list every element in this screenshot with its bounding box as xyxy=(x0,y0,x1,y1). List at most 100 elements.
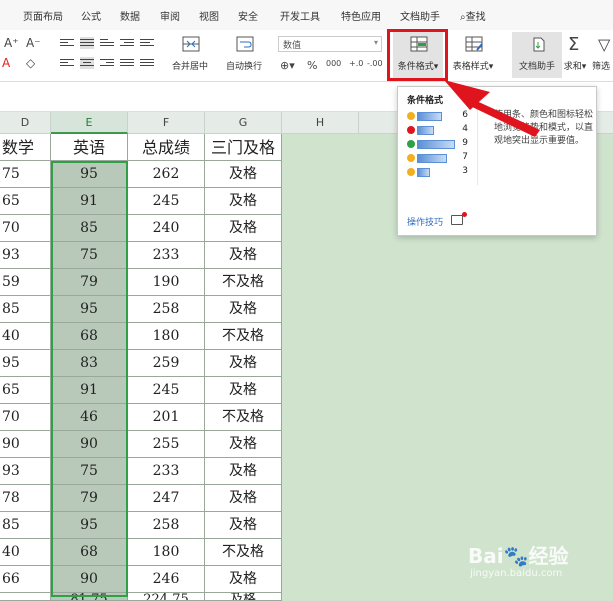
decimal-decrease-button[interactable]: -.00 xyxy=(367,59,383,68)
table-cell[interactable]: 及格 xyxy=(205,215,282,242)
table-cell[interactable]: 75 xyxy=(0,161,51,188)
font-color-button[interactable]: A xyxy=(2,56,10,70)
align-left-icon[interactable] xyxy=(60,57,74,69)
table-cell[interactable]: 及格 xyxy=(205,161,282,188)
table-cell[interactable]: 70 xyxy=(0,404,51,431)
table-cell[interactable]: 83 xyxy=(51,350,128,377)
table-cell[interactable]: 66 xyxy=(0,566,51,593)
percent-button[interactable]: % xyxy=(307,59,317,72)
doc-assistant-button[interactable]: 文档助手 xyxy=(512,32,562,78)
video-icon[interactable] xyxy=(451,215,463,225)
table-cell[interactable]: 95 xyxy=(51,512,128,539)
indent-increase-icon[interactable] xyxy=(140,37,154,49)
table-cell[interactable]: 93 xyxy=(0,242,51,269)
decimal-increase-button[interactable]: +.0 xyxy=(349,59,363,68)
table-cell-partial[interactable] xyxy=(0,593,51,601)
menu-page-layout[interactable]: 页面布局 xyxy=(23,8,63,23)
table-cell[interactable]: 233 xyxy=(128,242,205,269)
menu-dev-tools[interactable]: 开发工具 xyxy=(280,8,320,23)
table-cell[interactable]: 不及格 xyxy=(205,404,282,431)
table-cell[interactable]: 及格 xyxy=(205,512,282,539)
align-center-icon[interactable] xyxy=(80,57,94,69)
table-cell[interactable]: 及格 xyxy=(205,566,282,593)
table-cell[interactable]: 及格 xyxy=(205,350,282,377)
table-cell[interactable]: 40 xyxy=(0,539,51,566)
table-cell[interactable]: 95 xyxy=(51,296,128,323)
table-header-cell[interactable]: 三门及格 xyxy=(205,134,282,161)
menu-security[interactable]: 安全 xyxy=(238,8,258,23)
number-format-select[interactable]: 数值 ▾ xyxy=(278,36,382,52)
font-size-up-button[interactable]: A⁺ xyxy=(4,36,19,50)
table-cell[interactable]: 不及格 xyxy=(205,323,282,350)
table-cell[interactable]: 180 xyxy=(128,323,205,350)
table-cell[interactable]: 及格 xyxy=(205,188,282,215)
table-cell[interactable]: 78 xyxy=(0,485,51,512)
align-top-icon[interactable] xyxy=(60,37,74,49)
align-middle-icon[interactable] xyxy=(80,37,94,49)
table-cell[interactable]: 245 xyxy=(128,188,205,215)
table-cell[interactable]: 及格 xyxy=(205,485,282,512)
table-cell[interactable]: 及格 xyxy=(205,296,282,323)
table-cell[interactable]: 79 xyxy=(51,269,128,296)
table-cell[interactable]: 91 xyxy=(51,377,128,404)
table-cell[interactable]: 75 xyxy=(51,242,128,269)
table-cell[interactable]: 及格 xyxy=(205,377,282,404)
column-header-f[interactable]: F xyxy=(128,112,205,134)
menu-formula[interactable]: 公式 xyxy=(81,8,101,23)
table-style-button[interactable]: 表格样式▾ xyxy=(448,32,498,78)
justify-icon[interactable] xyxy=(120,57,134,69)
thousands-button[interactable]: 000 xyxy=(326,59,341,68)
merge-center-button[interactable]: 合并居中 xyxy=(165,32,215,78)
menu-view[interactable]: 视图 xyxy=(199,8,219,23)
table-header-cell[interactable]: 英语 xyxy=(51,134,128,161)
table-cell[interactable]: 95 xyxy=(0,350,51,377)
table-cell[interactable]: 不及格 xyxy=(205,269,282,296)
table-cell-partial[interactable]: 81.75 xyxy=(51,593,128,601)
table-cell[interactable]: 68 xyxy=(51,539,128,566)
table-cell[interactable]: 59 xyxy=(0,269,51,296)
table-cell[interactable]: 240 xyxy=(128,215,205,242)
table-cell[interactable]: 68 xyxy=(51,323,128,350)
table-cell[interactable]: 258 xyxy=(128,296,205,323)
table-cell[interactable]: 91 xyxy=(51,188,128,215)
distributed-icon[interactable] xyxy=(140,57,154,69)
column-header-h[interactable]: H xyxy=(282,112,359,134)
table-cell[interactable]: 262 xyxy=(128,161,205,188)
table-cell[interactable]: 90 xyxy=(51,566,128,593)
table-cell[interactable]: 不及格 xyxy=(205,539,282,566)
table-cell[interactable]: 90 xyxy=(51,431,128,458)
menu-data[interactable]: 数据 xyxy=(120,8,140,23)
menu-review[interactable]: 审阅 xyxy=(160,8,180,23)
menu-special[interactable]: 特色应用 xyxy=(341,8,381,23)
eraser-icon[interactable]: ◇ xyxy=(26,56,35,70)
menu-doc-helper[interactable]: 文档助手 xyxy=(400,8,440,23)
align-bottom-icon[interactable] xyxy=(100,37,114,49)
table-header-cell[interactable]: 数学 xyxy=(0,134,51,161)
table-cell[interactable]: 180 xyxy=(128,539,205,566)
wrap-text-button[interactable]: 自动换行 xyxy=(219,32,269,78)
indent-decrease-icon[interactable] xyxy=(120,37,134,49)
column-header-e[interactable]: E xyxy=(51,112,128,134)
table-cell[interactable]: 85 xyxy=(0,296,51,323)
table-cell[interactable]: 233 xyxy=(128,458,205,485)
table-cell[interactable]: 40 xyxy=(0,323,51,350)
table-cell[interactable]: 247 xyxy=(128,485,205,512)
filter-button[interactable]: ▽ 筛选 xyxy=(592,32,613,78)
table-cell-partial[interactable]: 及格 xyxy=(205,593,282,601)
table-cell[interactable]: 65 xyxy=(0,377,51,404)
table-cell[interactable]: 190 xyxy=(128,269,205,296)
table-cell[interactable]: 93 xyxy=(0,458,51,485)
table-cell[interactable]: 85 xyxy=(51,215,128,242)
table-cell[interactable]: 70 xyxy=(0,215,51,242)
table-cell[interactable]: 255 xyxy=(128,431,205,458)
table-cell[interactable]: 90 xyxy=(0,431,51,458)
table-cell[interactable]: 及格 xyxy=(205,242,282,269)
table-cell-partial[interactable]: 224.75 xyxy=(128,593,205,601)
column-header-d[interactable]: D xyxy=(0,112,51,134)
table-cell[interactable]: 258 xyxy=(128,512,205,539)
table-cell[interactable]: 246 xyxy=(128,566,205,593)
table-cell[interactable]: 201 xyxy=(128,404,205,431)
menu-search[interactable]: ⌕查找 xyxy=(460,8,486,23)
table-cell[interactable]: 65 xyxy=(0,188,51,215)
align-right-icon[interactable] xyxy=(100,57,114,69)
